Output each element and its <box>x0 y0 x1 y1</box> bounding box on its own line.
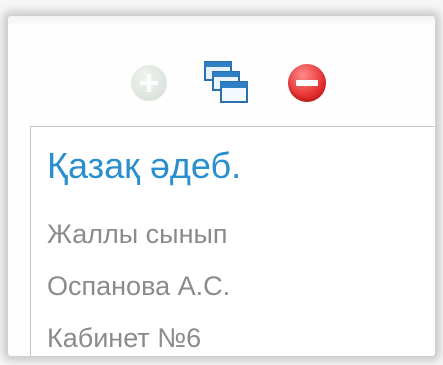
card-header-strip <box>8 16 435 24</box>
lesson-teacher: Оспанова А.С. <box>47 271 231 301</box>
lesson-subject[interactable]: Қазақ әдеб. <box>47 145 241 187</box>
lesson-details: Қазақ әдеб. Жаллы сынып Оспанова А.С. Ка… <box>30 126 435 356</box>
remove-circle-icon <box>288 64 326 102</box>
screenshot-stage: Қазақ әдеб. Жаллы сынып Оспанова А.С. Ка… <box>0 0 443 365</box>
lesson-group: Жаллы сынып <box>47 219 228 249</box>
add-lesson-button[interactable] <box>121 55 177 111</box>
lesson-card: Қазақ әдеб. Жаллы сынып Оспанова А.С. Ка… <box>8 16 435 356</box>
remove-lesson-button[interactable] <box>279 55 335 111</box>
windows-icon <box>204 61 248 103</box>
lesson-room: Кабинет №6 <box>47 323 202 353</box>
lesson-toolbar <box>8 48 435 118</box>
open-windows-button[interactable] <box>198 55 254 111</box>
add-circle-icon <box>131 65 167 101</box>
